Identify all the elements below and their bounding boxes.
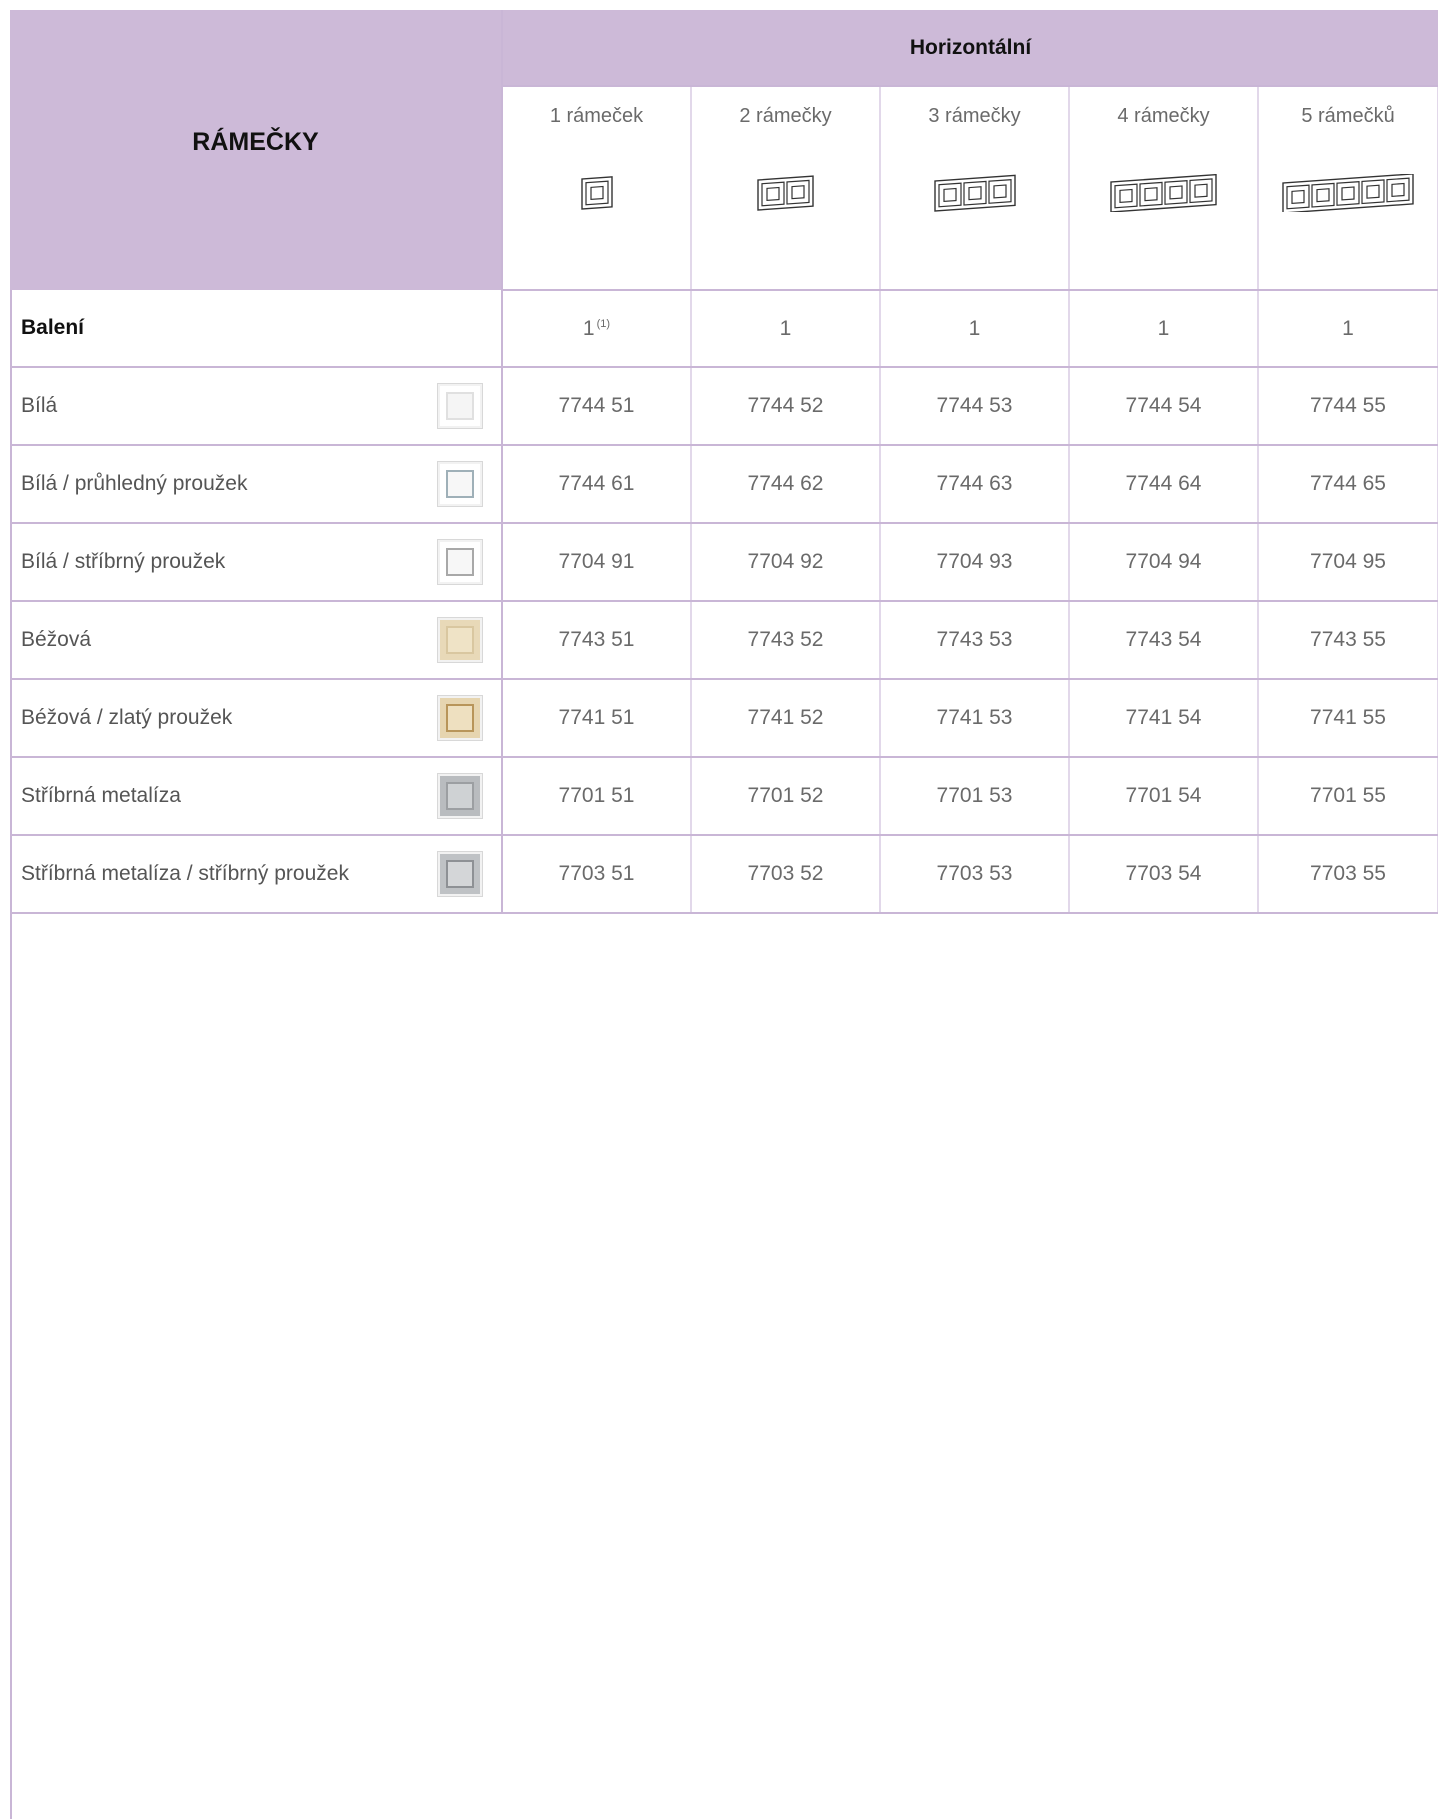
color-name: Bílá / průhledný proužek — [21, 472, 248, 495]
table-title: RÁMEČKY — [10, 10, 503, 290]
product-code: 7703 55 — [1258, 835, 1438, 914]
color-swatch-icon — [437, 851, 483, 897]
table-row: Béžová / zlatý proužek 7741 51 7741 52 7741… — [10, 679, 1438, 758]
product-code: 7743 52 — [691, 601, 881, 680]
color-label-cell: Bílá — [10, 367, 503, 446]
frame-2-gang-icon — [757, 175, 814, 211]
product-code: 7744 64 — [1069, 445, 1259, 524]
frame-3-gang-icon — [933, 174, 1016, 212]
product-code: 7743 55 — [1258, 601, 1438, 680]
column-label: 1 rámeček — [549, 105, 644, 127]
product-code: 7743 51 — [502, 601, 692, 680]
color-swatch-icon — [437, 617, 483, 663]
color-name: Béžová / zlatý proužek — [21, 706, 233, 729]
color-swatch-icon — [437, 383, 483, 429]
frame-1-gang-icon — [580, 176, 613, 210]
column-label: 5 rámečků — [1301, 105, 1395, 127]
product-code: 7704 91 — [502, 523, 692, 602]
product-code: 7744 65 — [1258, 445, 1438, 524]
product-code: 7701 51 — [502, 757, 692, 836]
color-label-cell: Stříbrná metalíza / stříbrný proužek — [10, 835, 503, 914]
product-code: 7701 55 — [1258, 757, 1438, 836]
color-name: Béžová — [21, 628, 92, 651]
product-code: 7744 52 — [691, 367, 881, 446]
packaging-value: 1 — [1069, 290, 1259, 368]
table-row: Béžová 7743 51 7743 52 7743 53 7743 54 7743 5… — [10, 601, 1438, 680]
table-row: Stříbrná metalíza 7701 51 7701 52 7701 53 77… — [10, 757, 1438, 836]
table-row: Bílá / průhledný proužek 7744 61 7744 62 77… — [10, 445, 1438, 524]
product-code: 7741 54 — [1069, 679, 1259, 758]
table-row: Bílá 7744 51 7744 52 7744 53 7744 54 7744 55 — [10, 367, 1438, 446]
product-code: 7701 53 — [880, 757, 1070, 836]
column-label: 2 rámečky — [739, 105, 832, 127]
product-code: 7744 54 — [1069, 367, 1259, 446]
column-label: 3 rámečky — [928, 105, 1021, 127]
product-code: 7744 53 — [880, 367, 1070, 446]
frame-4-gang-icon — [1110, 174, 1217, 212]
product-code: 7744 61 — [502, 445, 692, 524]
color-label-cell: Bílá / průhledný proužek — [10, 445, 503, 524]
product-code: 7743 54 — [1069, 601, 1259, 680]
color-label-cell: Béžová / zlatý proužek — [10, 679, 503, 758]
color-name: Stříbrná metalíza — [21, 784, 181, 807]
color-label-cell: Stříbrná metalíza — [10, 757, 503, 836]
product-code: 7744 51 — [502, 367, 692, 446]
product-code: 7704 93 — [880, 523, 1070, 602]
color-label-cell: Béžová — [10, 601, 503, 680]
packaging-value: 1 — [1258, 290, 1438, 368]
product-code: 7703 51 — [502, 835, 692, 914]
column-header-3: 3 rámečky — [880, 86, 1070, 291]
product-code: 7704 95 — [1258, 523, 1438, 602]
column-header-5: 5 rámečků — [1258, 86, 1438, 291]
product-code: 7703 53 — [880, 835, 1070, 914]
product-code: 7703 52 — [691, 835, 881, 914]
color-swatch-icon — [437, 461, 483, 507]
packaging-value: 1 (1) — [502, 290, 692, 368]
packaging-value: 1 — [691, 290, 881, 368]
footnote-marker: (1) — [596, 317, 611, 330]
product-code: 7744 62 — [691, 445, 881, 524]
color-label-cell: Bílá / stříbrný proužek — [10, 523, 503, 602]
product-code: 7741 51 — [502, 679, 692, 758]
color-name: Bílá / stříbrný proužek — [21, 550, 226, 573]
product-code: 7741 53 — [880, 679, 1070, 758]
column-header-1: 1 rámeček — [502, 86, 692, 291]
table-row: Bílá / stříbrný proužek 7704 91 7704 92 770… — [10, 523, 1438, 602]
color-swatch-icon — [437, 773, 483, 819]
table-row: Stříbrná metalíza / stříbrný proužek 7703… — [10, 835, 1438, 914]
column-header-4: 4 rámečky — [1069, 86, 1259, 291]
product-code: 7701 52 — [691, 757, 881, 836]
column-label: 4 rámečky — [1117, 105, 1210, 127]
column-header-2: 2 rámečky — [691, 86, 881, 291]
color-swatch-icon — [437, 539, 483, 585]
product-code: 7704 92 — [691, 523, 881, 602]
color-name: Stříbrná metalíza / stříbrný proužek — [21, 862, 349, 885]
frame-5-gang-icon — [1282, 174, 1414, 212]
product-code: 7744 63 — [880, 445, 1070, 524]
product-code: 7704 94 — [1069, 523, 1259, 602]
product-code: 7701 54 — [1069, 757, 1259, 836]
product-code: 7741 55 — [1258, 679, 1438, 758]
group-header: Horizontální — [502, 10, 1438, 87]
packaging-value: 1 — [880, 290, 1070, 368]
product-code: 7744 55 — [1258, 367, 1438, 446]
color-swatch-icon — [437, 695, 483, 741]
packaging-label: Balení — [10, 290, 503, 368]
frames-table: RÁMEČKY Horizontální 1 rámeček 2 rámečky 3… — [10, 10, 1438, 914]
product-code: 7703 54 — [1069, 835, 1259, 914]
product-code: 7741 52 — [691, 679, 881, 758]
product-code: 7743 53 — [880, 601, 1070, 680]
color-name: Bílá — [21, 394, 58, 417]
